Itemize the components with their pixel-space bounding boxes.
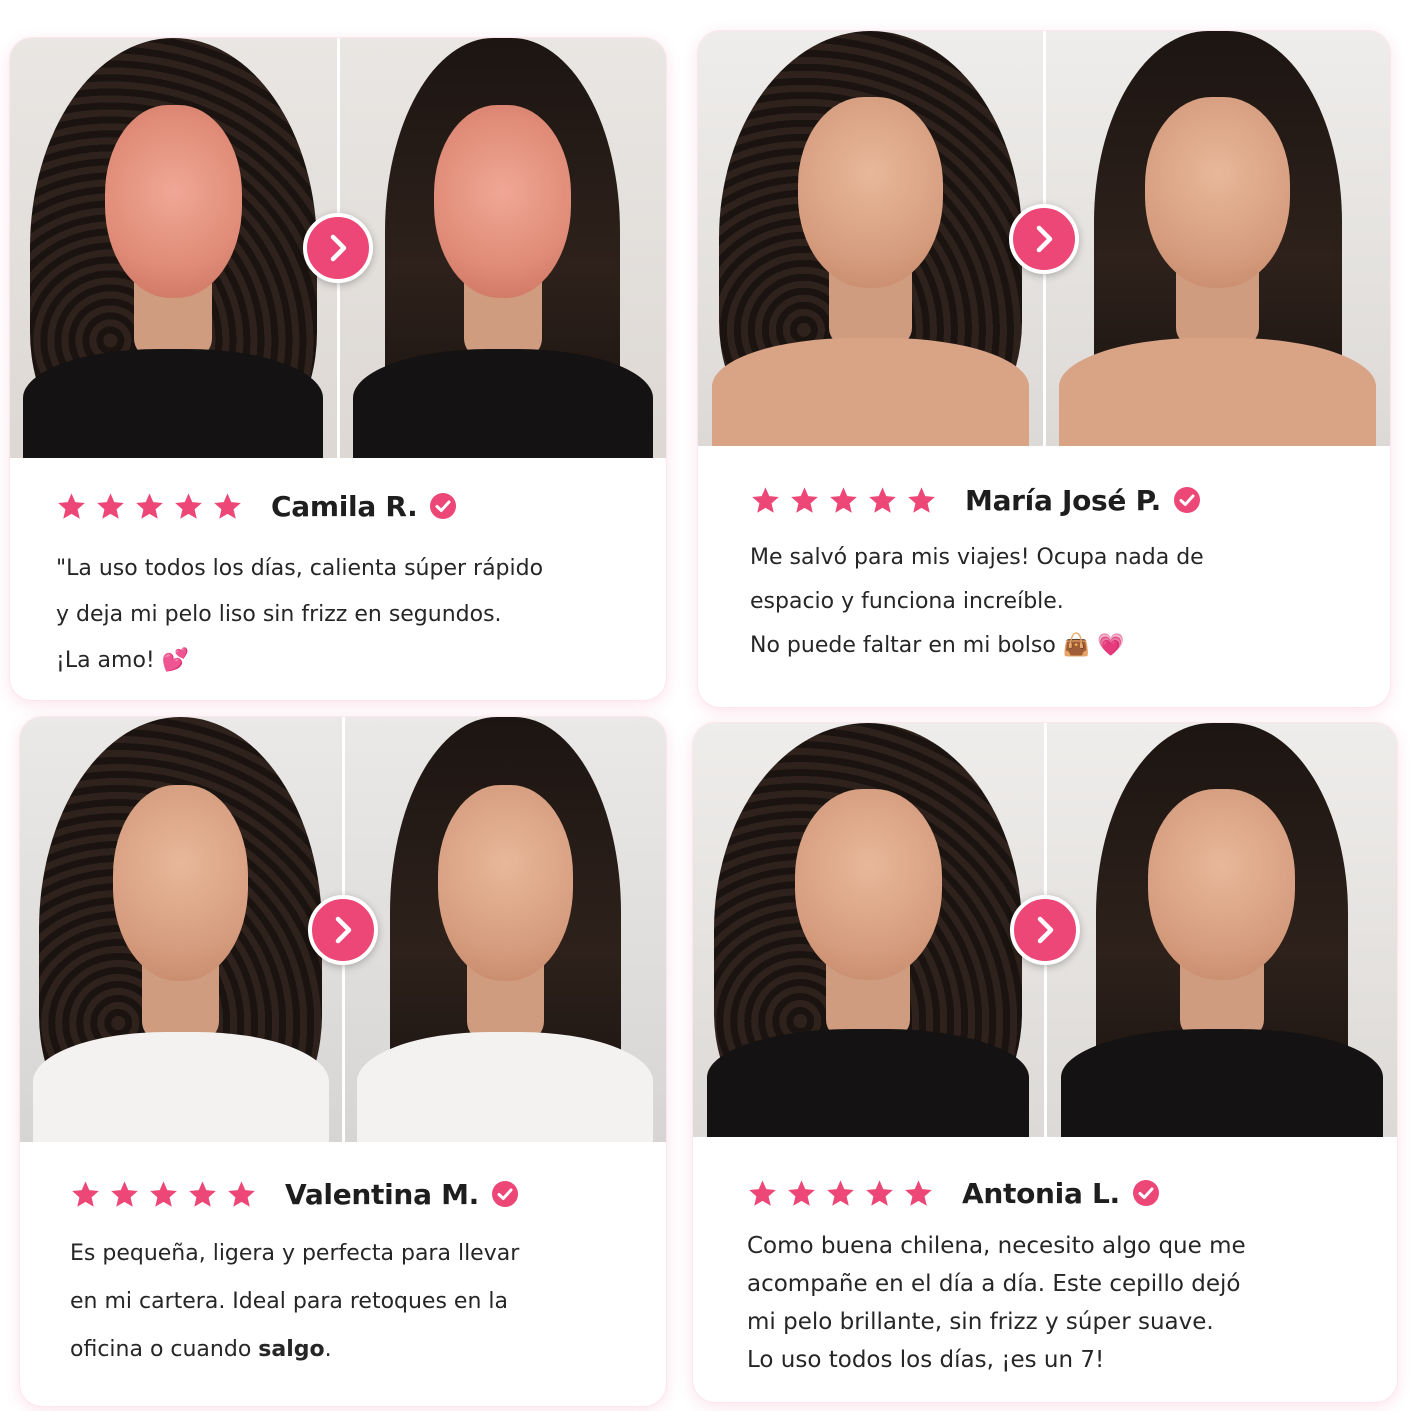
review-text: "La uso todos los días, calienta súper r…	[56, 546, 620, 684]
review-line: en mi cartera. Ideal para retoques en la	[70, 1289, 508, 1314]
review-line: "La uso todos los días, calienta súper r…	[56, 556, 544, 581]
review-line: Lo uso todos los días, ¡es un 7!	[747, 1347, 1105, 1373]
before-photo	[20, 717, 342, 1142]
star-icon	[111, 1180, 138, 1207]
review-line: y deja mi pelo liso sin frizz en segundo…	[56, 602, 502, 627]
review-line: espacio y funciona increíble.	[750, 589, 1064, 614]
chevron-right-icon	[330, 234, 347, 262]
review-body: Camila R. "La uso todos los días, calien…	[10, 458, 666, 700]
star-icon	[788, 1179, 815, 1206]
review-emphasis: salgo	[258, 1337, 325, 1362]
after-photo	[1043, 723, 1397, 1137]
review-line: acompañe en el día a día. Este cepillo d…	[747, 1271, 1241, 1297]
reviewer-name: María José P.	[965, 483, 1161, 517]
review-line-text: oficina o cuando	[70, 1337, 259, 1362]
review-header: Camila R.	[56, 486, 620, 526]
star-icon	[830, 486, 857, 513]
star-icon	[791, 486, 818, 513]
review-body: María José P. Me salvó para mis viajes! …	[698, 446, 1390, 707]
star-rating	[747, 1178, 934, 1209]
review-header: Antonia L.	[747, 1173, 1343, 1213]
reviewer-name: Valentina M.	[285, 1177, 480, 1211]
star-icon	[905, 1179, 932, 1206]
after-photo	[341, 717, 666, 1142]
chevron-right-icon	[335, 916, 352, 943]
review-line: No puede faltar en mi bolso 👜 💗	[750, 633, 1125, 658]
compare-arrow-button[interactable]	[1009, 203, 1079, 274]
after-photo	[1042, 31, 1390, 446]
before-after-photos	[693, 723, 1397, 1137]
reviewer-name: Antonia L.	[962, 1176, 1120, 1210]
before-photo	[698, 31, 1043, 446]
verified-check-icon	[1173, 487, 1200, 513]
review-card: Camila R. "La uso todos los días, calien…	[10, 38, 666, 700]
star-icon	[58, 492, 85, 519]
star-icon	[752, 486, 779, 513]
review-text: Es pequeña, ligera y perfecta para lleva…	[70, 1230, 616, 1374]
compare-arrow-button[interactable]	[308, 894, 378, 965]
review-header: Valentina M.	[70, 1174, 616, 1214]
review-text: Como buena chilena, necesito algo que me…	[747, 1227, 1343, 1379]
star-icon	[72, 1180, 99, 1207]
star-icon	[97, 492, 124, 519]
reviewer-name: Camila R.	[271, 489, 418, 523]
verified-check-icon	[1132, 1180, 1159, 1206]
review-card: Antonia L. Como buena chilena, necesito …	[693, 723, 1397, 1402]
star-icon	[908, 486, 935, 513]
star-rating	[750, 485, 937, 516]
review-card: María José P. Me salvó para mis viajes! …	[698, 31, 1390, 707]
review-line-end: .	[324, 1337, 332, 1362]
verified-check-icon	[430, 493, 457, 519]
star-rating	[56, 491, 243, 522]
review-line: mi pelo brillante, sin frizz y súper sua…	[747, 1309, 1214, 1335]
compare-arrow-button[interactable]	[303, 213, 373, 283]
review-card: Valentina M. Es pequeña, ligera y perfec…	[20, 717, 666, 1406]
review-text: Me salvó para mis viajes! Ocupa nada de …	[750, 536, 1338, 668]
chevron-right-icon	[1036, 225, 1053, 252]
review-line: Como buena chilena, necesito algo que me	[747, 1233, 1246, 1259]
review-body: Antonia L. Como buena chilena, necesito …	[693, 1137, 1397, 1402]
star-icon	[136, 492, 163, 519]
review-header: María José P.	[750, 480, 1338, 520]
star-icon	[189, 1180, 216, 1207]
before-after-photos	[20, 717, 666, 1142]
review-line: Es pequeña, ligera y perfecta para lleva…	[70, 1241, 520, 1266]
star-icon	[827, 1179, 854, 1206]
review-line: Me salvó para mis viajes! Ocupa nada de	[750, 545, 1204, 570]
star-icon	[749, 1179, 776, 1206]
chevron-right-icon	[1037, 916, 1054, 944]
star-icon	[175, 492, 202, 519]
before-after-photos	[10, 38, 666, 458]
review-body: Valentina M. Es pequeña, ligera y perfec…	[20, 1142, 666, 1406]
before-after-photos	[698, 31, 1390, 446]
compare-arrow-button[interactable]	[1010, 895, 1080, 965]
star-icon	[866, 1179, 893, 1206]
after-photo	[336, 38, 666, 458]
verified-check-icon	[492, 1181, 519, 1207]
before-photo	[10, 38, 337, 458]
review-line: oficina o cuando salgo.	[70, 1326, 616, 1374]
star-icon	[228, 1180, 255, 1207]
star-rating	[70, 1179, 257, 1210]
star-icon	[869, 486, 896, 513]
star-icon	[214, 492, 241, 519]
star-icon	[150, 1180, 177, 1207]
before-photo	[693, 723, 1044, 1137]
review-line: ¡La amo! 💕	[56, 648, 190, 673]
